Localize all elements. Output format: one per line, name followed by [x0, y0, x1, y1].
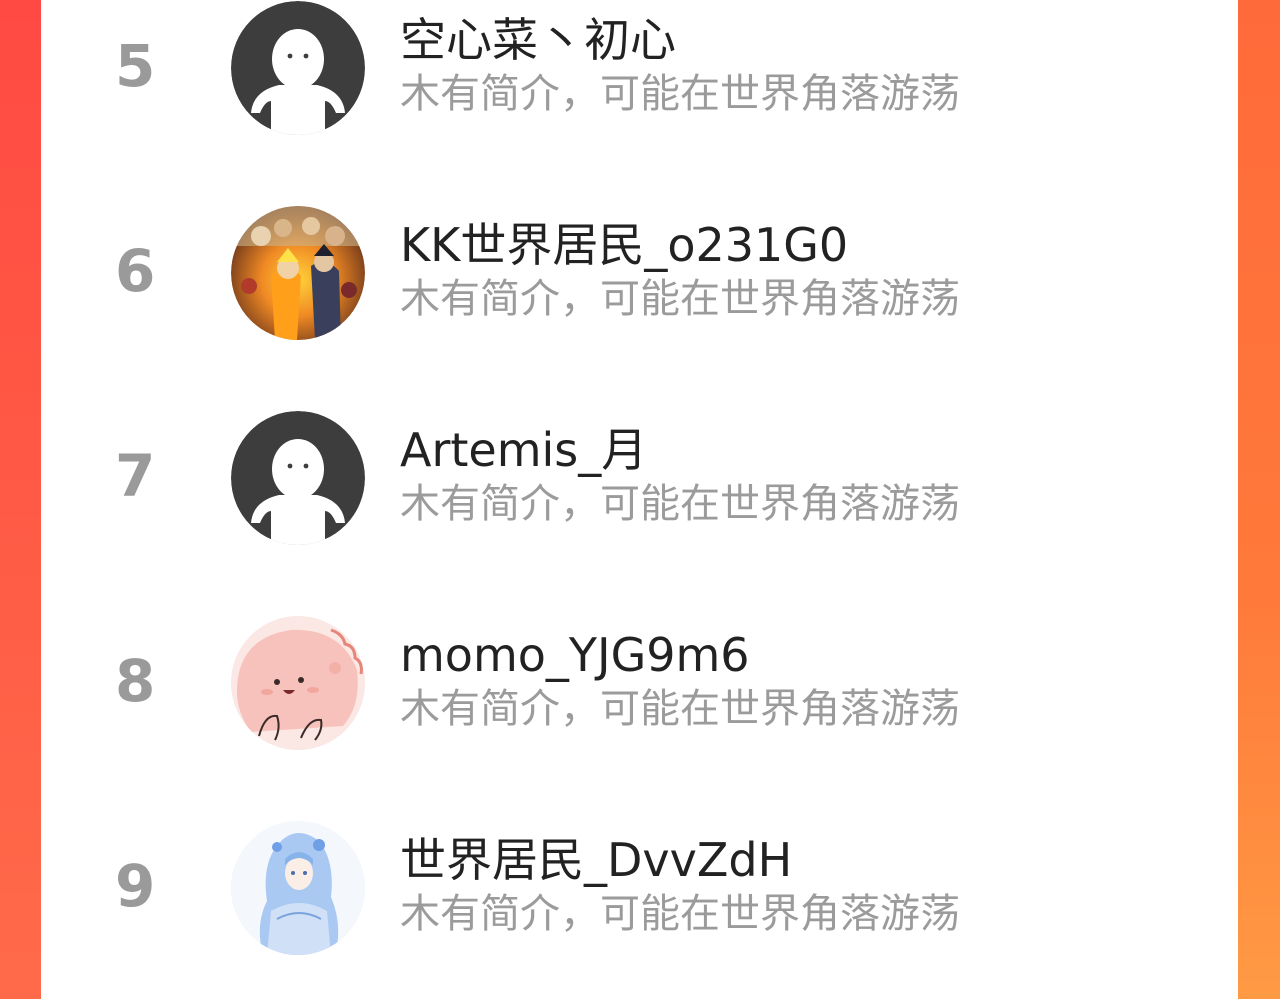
background-right-strip — [1238, 0, 1280, 999]
default-avatar-icon[interactable] — [231, 411, 365, 545]
background-left-strip — [0, 0, 41, 999]
rank-number: 9 — [115, 852, 156, 920]
rank-number: 7 — [115, 442, 156, 510]
list-item[interactable]: 6 KK世界居民_o231G0 木有简介，可能在世界角落游荡 — [41, 198, 1238, 403]
user-name[interactable]: momo_YJG9m6 — [400, 626, 750, 684]
user-bio: 木有简介，可能在世界角落游荡 — [400, 71, 960, 117]
user-name[interactable]: KK世界居民_o231G0 — [400, 216, 848, 274]
list-item[interactable]: 8 momo_YJG9m6 木有简介，可能在世界角落游荡 — [41, 608, 1238, 813]
user-name[interactable]: 空心菜丶初心 — [400, 11, 676, 69]
list-item[interactable]: 7 Artemis_月 木有简介，可能在世界角落游荡 — [41, 403, 1238, 608]
user-name[interactable]: 世界居民_DvvZdH — [400, 831, 792, 889]
user-bio: 木有简介，可能在世界角落游荡 — [400, 891, 960, 937]
ranking-list: 5 空心菜丶初心 木有简介，可能在世界角落游荡 6 KK世界居民_o231G0 … — [41, 0, 1238, 999]
pink-blob-avatar-image[interactable] — [231, 616, 365, 750]
anime-group-avatar-image[interactable] — [231, 206, 365, 340]
user-name[interactable]: Artemis_月 — [400, 421, 647, 479]
rank-number: 6 — [115, 237, 156, 305]
user-bio: 木有简介，可能在世界角落游荡 — [400, 481, 960, 527]
user-bio: 木有简介，可能在世界角落游荡 — [400, 686, 960, 732]
list-item[interactable]: 9 世界居民_DvvZdH 木有简介，可能在世界角落游荡 — [41, 813, 1238, 999]
rank-number: 8 — [115, 647, 156, 715]
list-item[interactable]: 5 空心菜丶初心 木有简介，可能在世界角落游荡 — [41, 0, 1238, 198]
blue-hair-girl-avatar-image[interactable] — [231, 821, 365, 955]
default-avatar-icon[interactable] — [231, 1, 365, 135]
rank-number: 5 — [115, 32, 156, 100]
user-bio: 木有简介，可能在世界角落游荡 — [400, 276, 960, 322]
